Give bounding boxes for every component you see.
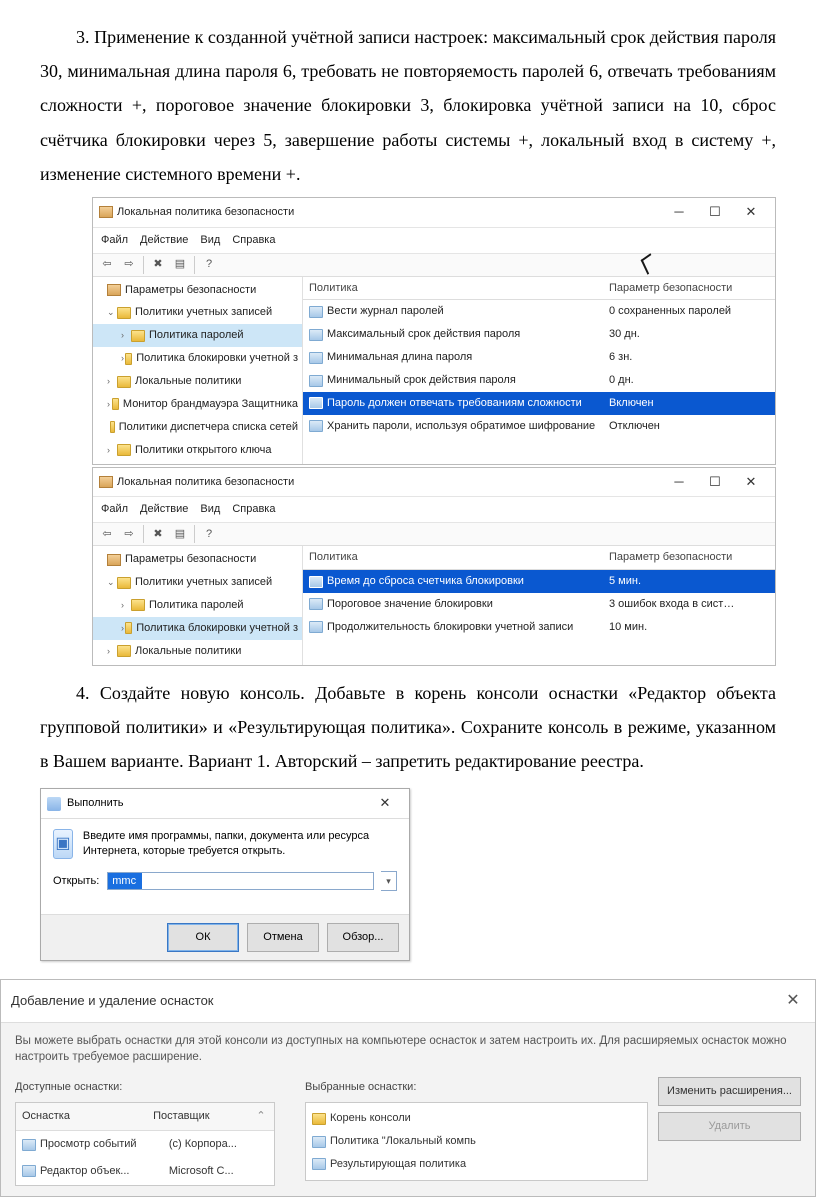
selected-item[interactable]: Результирующая политика xyxy=(312,1153,641,1176)
ok-button[interactable]: ОК xyxy=(167,923,239,952)
available-row[interactable]: Редактор объек... Microsoft C... xyxy=(16,1158,274,1185)
back-icon[interactable]: ⇦ xyxy=(97,525,117,543)
maximize-button[interactable]: ☐ xyxy=(697,470,733,495)
snapins-description: Вы можете выбрать оснастки для этой конс… xyxy=(15,1033,801,1065)
window-titlebar: Локальная политика безопасности ─ ☐ ✕ xyxy=(93,198,775,228)
help-icon[interactable]: ? xyxy=(199,256,219,274)
selected-tree[interactable]: Корень консоли Политика "Локальный компь… xyxy=(305,1102,648,1181)
snapin-icon xyxy=(22,1139,36,1151)
nav-tree[interactable]: Параметры безопасности ⌄Политики учетных… xyxy=(93,277,303,464)
open-input[interactable] xyxy=(107,872,374,890)
maximize-button[interactable]: ☐ xyxy=(697,200,733,225)
run-message: Введите имя программы, папки, документа … xyxy=(83,829,397,859)
properties-icon[interactable]: ▤ xyxy=(170,256,190,274)
delete-icon[interactable]: ✖ xyxy=(148,525,168,543)
run-title: Выполнить xyxy=(67,793,367,814)
policy-row-selected[interactable]: Время до сброса счетчика блокировки5 мин… xyxy=(303,570,775,593)
menu-file[interactable]: Файл xyxy=(101,499,128,520)
paragraph-4: 4. Создайте новую консоль. Добавьте в ко… xyxy=(40,676,776,779)
policy-row[interactable]: Продолжительность блокировки учетной зап… xyxy=(303,616,775,639)
back-icon[interactable]: ⇦ xyxy=(97,256,117,274)
cancel-button[interactable]: Отмена xyxy=(247,923,319,952)
menu-help[interactable]: Справка xyxy=(232,230,275,251)
window-title: Локальная политика безопасности xyxy=(117,202,661,223)
policy-list[interactable]: Политика Параметр безопасности Время до … xyxy=(303,546,775,664)
snapins-title: Добавление и удаление оснасток xyxy=(11,989,213,1014)
menu-file[interactable]: Файл xyxy=(101,230,128,251)
col-param: Параметр безопасности xyxy=(609,278,769,299)
close-button[interactable]: ✕ xyxy=(781,986,805,1016)
remove-button[interactable]: Удалить xyxy=(658,1112,801,1141)
policy-row[interactable]: Максимальный срок действия пароля30 дн. xyxy=(303,323,775,346)
open-label: Открыть: xyxy=(53,871,99,892)
available-row[interactable]: Просмотр событий (с) Корпора... xyxy=(16,1131,274,1158)
close-button[interactable]: ✕ xyxy=(733,200,769,225)
snapins-dialog: Добавление и удаление оснасток ✕ Вы може… xyxy=(0,979,816,1197)
window-title: Локальная политика безопасности xyxy=(117,472,661,493)
secpol-password-screenshot: Локальная политика безопасности ─ ☐ ✕ Фа… xyxy=(92,197,776,666)
policy-row[interactable]: Вести журнал паролей0 сохраненных пароле… xyxy=(303,300,775,323)
menu-bar: Файл Действие Вид Справка xyxy=(93,497,775,523)
combo-arrow-icon[interactable]: ▾ xyxy=(381,871,397,891)
menu-help[interactable]: Справка xyxy=(232,499,275,520)
available-label: Доступные оснастки: xyxy=(15,1077,275,1098)
edit-extensions-button[interactable]: Изменить расширения... xyxy=(658,1077,801,1106)
paragraph-3: 3. Применение к созданной учётной записи… xyxy=(40,20,776,191)
app-icon xyxy=(99,476,113,488)
tree-lockout-policy[interactable]: ›Политика блокировки учетной з xyxy=(93,617,302,640)
properties-icon[interactable]: ▤ xyxy=(170,525,190,543)
available-grid[interactable]: Оснастка Поставщик ⌃ Просмотр событий (с… xyxy=(15,1102,275,1186)
policy-row[interactable]: Минимальный срок действия пароля0 дн. xyxy=(303,369,775,392)
minimize-button[interactable]: ─ xyxy=(661,470,697,495)
run-app-icon: ▣ xyxy=(53,829,73,859)
close-button[interactable]: ✕ xyxy=(733,470,769,495)
delete-icon[interactable]: ✖ xyxy=(148,256,168,274)
policy-row-selected[interactable]: Пароль должен отвечать требованиям сложн… xyxy=(303,392,775,415)
menu-action[interactable]: Действие xyxy=(140,499,188,520)
window-titlebar: Локальная политика безопасности ─ ☐ ✕ xyxy=(93,468,775,498)
selected-item[interactable]: Политика "Локальный компь xyxy=(312,1130,641,1153)
nav-tree[interactable]: Параметры безопасности ⌄Политики учетных… xyxy=(93,546,303,664)
policy-row[interactable]: Пороговое значение блокировки3 ошибок вх… xyxy=(303,593,775,616)
browse-button[interactable]: Обзор... xyxy=(327,923,399,952)
policy-row[interactable]: Минимальная длина пароля6 зн. xyxy=(303,346,775,369)
help-icon[interactable]: ? xyxy=(199,525,219,543)
policy-row[interactable]: Хранить пароли, используя обратимое шифр… xyxy=(303,415,775,438)
forward-icon[interactable]: ⇨ xyxy=(119,256,139,274)
app-icon xyxy=(99,206,113,218)
col-policy: Политика xyxy=(309,278,609,299)
run-dialog: Выполнить ✕ ▣ Введите имя программы, пап… xyxy=(40,788,410,960)
selected-label: Выбранные оснастки: xyxy=(305,1077,648,1098)
forward-icon[interactable]: ⇨ xyxy=(119,525,139,543)
run-icon xyxy=(47,797,61,811)
toolbar: ⇦ ⇨ ✖ ▤ ? xyxy=(93,254,775,277)
minimize-button[interactable]: ─ xyxy=(661,200,697,225)
scroll-up-icon[interactable]: ⌃ xyxy=(254,1106,268,1127)
policy-list[interactable]: Политика Параметр безопасности Вести жур… xyxy=(303,277,775,464)
close-button[interactable]: ✕ xyxy=(367,791,403,816)
menu-view[interactable]: Вид xyxy=(200,499,220,520)
menu-view[interactable]: Вид xyxy=(200,230,220,251)
snapin-icon xyxy=(22,1165,36,1177)
tree-password-policy[interactable]: ›Политика паролей xyxy=(93,324,302,347)
menu-action[interactable]: Действие xyxy=(140,230,188,251)
menu-bar: Файл Действие Вид Справка xyxy=(93,228,775,254)
toolbar: ⇦ ⇨ ✖ ▤ ? xyxy=(93,523,775,546)
tree-root[interactable]: Корень консоли xyxy=(312,1107,641,1130)
